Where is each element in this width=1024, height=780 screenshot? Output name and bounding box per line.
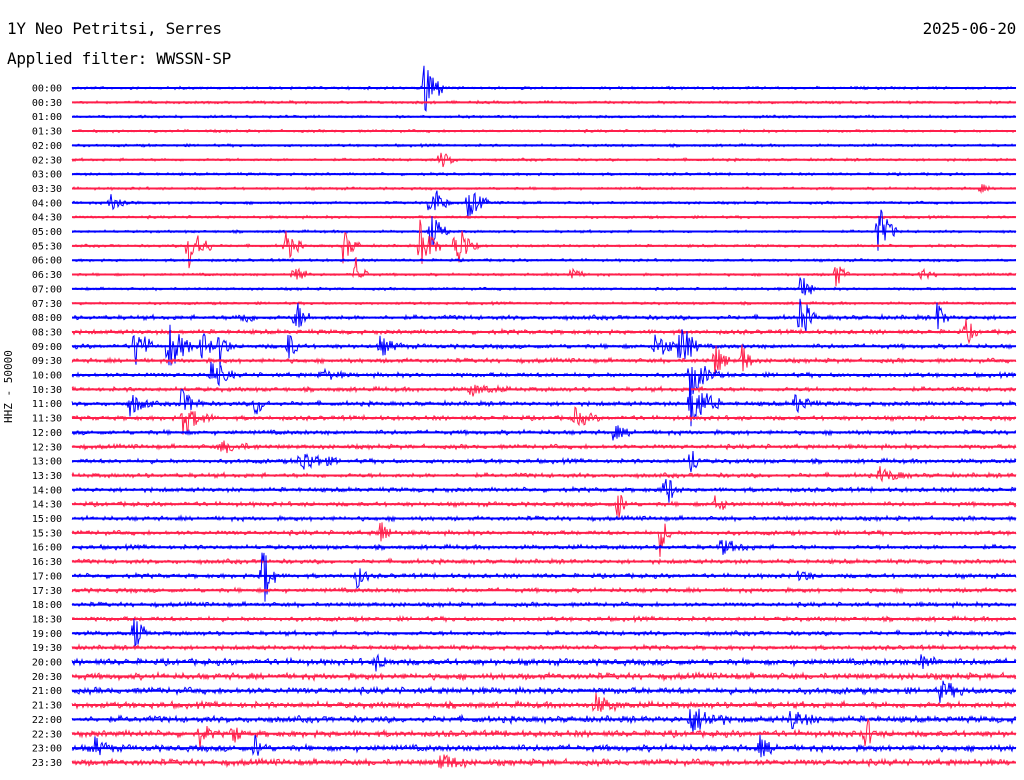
time-label: 15:00	[32, 514, 62, 525]
time-label: 20:00	[32, 658, 62, 669]
time-label: 05:00	[32, 227, 62, 238]
trace-line	[71, 319, 1017, 345]
time-label: 07:30	[32, 299, 62, 310]
trace-line	[71, 618, 1017, 647]
time-label: 02:30	[32, 155, 62, 166]
trace-line	[72, 552, 1017, 602]
time-label: 03:00	[32, 170, 62, 181]
time-label: 18:00	[32, 600, 62, 611]
trace-line	[71, 494, 1017, 518]
time-label: 14:00	[32, 485, 62, 496]
time-label: 16:30	[32, 557, 62, 568]
seismic-traces	[71, 65, 1017, 769]
trace-line	[71, 708, 1017, 734]
time-label: 16:00	[32, 543, 62, 554]
trace-line	[71, 522, 1017, 557]
helicorder-plot: 00:00 00:30 01:00 01:30 02:00 02:30 03:00 03:30…	[32, 65, 1017, 769]
time-label: 17:30	[32, 586, 62, 597]
time-label: 00:30	[32, 98, 62, 109]
time-label: 09:30	[32, 356, 62, 367]
time-label: 11:30	[32, 414, 62, 425]
trace-line	[71, 692, 1017, 713]
time-label: 05:30	[32, 241, 62, 252]
time-label: 23:30	[32, 758, 62, 769]
time-label: 06:00	[32, 256, 62, 267]
time-label: 22:30	[32, 729, 62, 740]
time-label: 11:00	[32, 399, 62, 410]
time-label: 04:30	[32, 213, 62, 224]
time-label: 18:30	[32, 614, 62, 625]
time-label: 21:00	[32, 686, 62, 697]
trace-line	[71, 190, 1017, 219]
time-label: 21:30	[32, 701, 62, 712]
time-label: 19:00	[32, 629, 62, 640]
trace-line	[71, 209, 1017, 251]
time-label: 01:30	[32, 127, 62, 138]
time-label: 17:00	[32, 571, 62, 582]
trace-line	[71, 406, 1017, 435]
time-label: 07:00	[32, 284, 62, 295]
time-label: 02:00	[32, 141, 62, 152]
time-labels: 00:00 00:30 01:00 01:30 02:00 02:30 03:00 03:30…	[32, 84, 62, 769]
trace-line	[71, 680, 1017, 703]
time-label: 14:30	[32, 500, 62, 511]
time-label: 15:30	[32, 528, 62, 539]
trace-line	[71, 734, 1017, 758]
time-label: 12:00	[32, 428, 62, 439]
time-label: 20:30	[32, 672, 62, 683]
trace-line	[71, 277, 1017, 296]
trace-line	[71, 478, 1017, 503]
time-label: 00:00	[32, 84, 62, 95]
time-label: 04:00	[32, 198, 62, 209]
trace-line	[71, 466, 1017, 483]
time-label: 13:00	[32, 457, 62, 468]
time-label: 19:30	[32, 643, 62, 654]
time-label: 13:30	[32, 471, 62, 482]
time-label: 22:00	[32, 715, 62, 726]
trace-line	[71, 384, 1017, 397]
time-label: 08:30	[32, 327, 62, 338]
time-label: 09:00	[32, 342, 62, 353]
time-label: 10:30	[32, 385, 62, 396]
time-label: 12:30	[32, 442, 62, 453]
time-label: 03:30	[32, 184, 62, 195]
time-label: 06:30	[32, 270, 62, 281]
time-label: 01:00	[32, 112, 62, 123]
time-label: 23:00	[32, 744, 62, 755]
time-label: 08:00	[32, 313, 62, 324]
time-label: 10:00	[32, 371, 62, 382]
